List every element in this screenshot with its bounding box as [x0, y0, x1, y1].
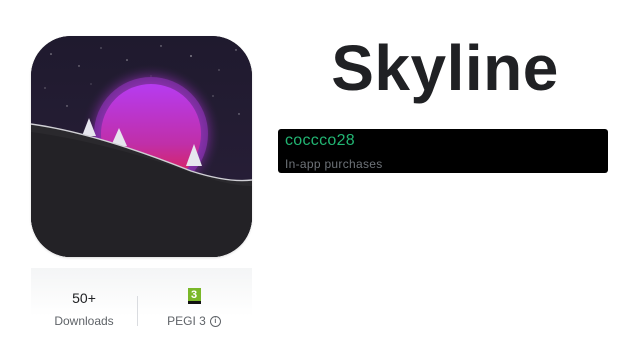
app-icon[interactable] — [31, 36, 252, 257]
skyline-sunset-icon — [31, 36, 252, 257]
stats-divider — [137, 296, 138, 326]
app-listing-page: Skyline coccco28 In-app purchases 50+ Do… — [0, 0, 640, 348]
content-rating-label: PEGI 3 — [167, 314, 206, 328]
stats-bar: 50+ Downloads 3 PEGI 3i — [31, 268, 252, 348]
developer-link[interactable]: coccco28 — [285, 132, 355, 150]
content-rating-stat[interactable]: 3 PEGI 3i — [139, 288, 249, 328]
downloads-value: 50+ — [72, 290, 96, 306]
info-icon[interactable]: i — [209, 316, 221, 328]
pegi-3-badge: 3 — [187, 288, 201, 304]
in-app-purchases-label: In-app purchases — [285, 157, 383, 171]
downloads-stat: 50+ Downloads — [31, 288, 137, 328]
app-title: Skyline — [331, 32, 559, 104]
downloads-label: Downloads — [54, 314, 114, 328]
developer-info-box: coccco28 In-app purchases — [278, 129, 608, 173]
